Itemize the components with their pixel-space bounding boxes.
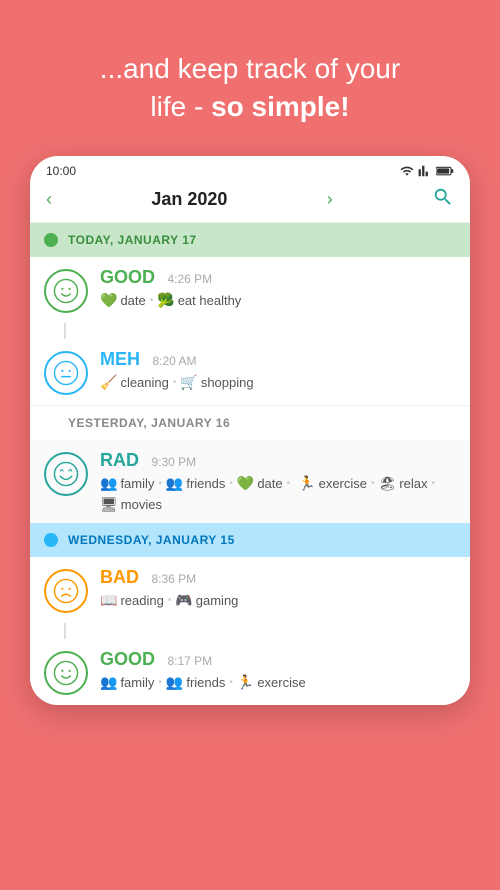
tag-eat-healthy: 🥦 eat healthy — [157, 292, 241, 309]
entry-tags-bad: 📖 reading • 🎮 gaming — [100, 592, 456, 609]
tag-family: 👥 family — [100, 475, 154, 492]
entry-tags-meh: 🧹 cleaning • 🛒 shopping — [100, 374, 456, 391]
face-rad — [53, 461, 79, 487]
tag-friends: 👥 friends — [166, 475, 225, 492]
battery-icon — [436, 165, 454, 177]
entry-good-wednesday: GOOD 8:17 PM 👥 family • 👥 friends • 🏃 — [30, 639, 470, 705]
entry-meh-today: MEH 8:20 AM 🧹 cleaning • 🛒 shopping — [30, 339, 470, 405]
wifi-icon — [400, 164, 414, 178]
tag-date-rad: 💚 date — [237, 475, 283, 492]
entry-time-good-wed: 8:17 PM — [167, 654, 212, 668]
tag-movies: 🖥 movies — [100, 496, 162, 513]
entry-bad-wednesday: BAD 8:36 PM 📖 reading • 🎮 gaming — [30, 557, 470, 623]
hero-bold: so simple! — [211, 91, 349, 122]
entry-tags-good: 💚 date • 🥦 eat healthy — [100, 292, 456, 309]
nav-month-title: Jan 2020 — [151, 189, 227, 210]
day-header-wednesday: WEDNESDAY, JANUARY 15 — [30, 523, 470, 557]
hero-line2: life - — [150, 91, 211, 122]
entry-time-good: 4:26 PM — [167, 272, 212, 286]
entry-time-bad: 8:36 PM — [151, 572, 196, 586]
entry-mood-good: GOOD — [100, 267, 155, 287]
tag-friends-wed: 👥 friends — [166, 674, 225, 691]
search-icon — [432, 186, 454, 208]
face-bad — [53, 578, 79, 604]
mood-icon-meh — [44, 351, 88, 395]
mood-icon-good — [44, 269, 88, 313]
mood-icon-bad — [44, 569, 88, 613]
entry-time-meh: 8:20 AM — [152, 354, 196, 368]
phone-mockup: 10:00 ‹ Jan 2020 › — [30, 156, 470, 705]
entry-body-good-today: GOOD 4:26 PM 💚 date • 🥦 eat healthy — [100, 267, 456, 309]
day-label-yesterday: YESTERDAY, JANUARY 16 — [68, 416, 230, 430]
tag-exercise: 🏃 exercise — [298, 475, 367, 492]
mood-icon-rad — [44, 452, 88, 496]
tag-exercise-wed: 🏃 exercise — [237, 674, 306, 691]
tag-gaming: 🎮 gaming — [175, 592, 238, 609]
connector-2 — [64, 623, 66, 639]
entry-mood-rad: RAD — [100, 450, 139, 470]
face-happy-wed — [53, 660, 79, 686]
tag-relax: 🏖 relax — [379, 475, 428, 492]
day-label-wednesday: WEDNESDAY, JANUARY 15 — [68, 533, 235, 547]
next-month-button[interactable]: › — [327, 189, 333, 210]
entry-good-today: GOOD 4:26 PM 💚 date • 🥦 eat healthy — [30, 257, 470, 323]
connector-1 — [64, 323, 66, 339]
entry-mood-good-wed: GOOD — [100, 649, 155, 669]
face-meh — [53, 360, 79, 386]
entry-body-rad: RAD 9:30 PM 👥 family • 👥 friends • 💚 — [100, 450, 456, 513]
status-bar: 10:00 — [30, 156, 470, 182]
entry-body-meh: MEH 8:20 AM 🧹 cleaning • 🛒 shopping — [100, 349, 456, 391]
hero-section: ...and keep track of your life - so simp… — [0, 0, 500, 156]
signal-icon — [418, 164, 432, 178]
hero-line1: ...and keep track of your — [100, 53, 400, 84]
entry-body-good-wed: GOOD 8:17 PM 👥 family • 👥 friends • 🏃 — [100, 649, 456, 691]
tag-cleaning: 🧹 cleaning — [100, 374, 169, 391]
entry-mood-bad: BAD — [100, 567, 139, 587]
diary-content: TODAY, JANUARY 17 GOOD 4:26 PM 💚 date — [30, 223, 470, 705]
entry-rad-yesterday: RAD 9:30 PM 👥 family • 👥 friends • 💚 — [30, 440, 470, 523]
tag-shopping: 🛒 shopping — [180, 374, 253, 391]
tag-date: 💚 date — [100, 292, 146, 309]
tag-family-wed: 👥 family — [100, 674, 154, 691]
entry-time-rad: 9:30 PM — [151, 455, 196, 469]
day-dot-wednesday — [44, 533, 58, 547]
entry-mood-meh: MEH — [100, 349, 140, 369]
day-label-today: TODAY, JANUARY 17 — [68, 233, 197, 247]
day-header-today: TODAY, JANUARY 17 — [30, 223, 470, 257]
entry-tags-good-wed: 👥 family • 👥 friends • 🏃 exercise — [100, 674, 456, 691]
day-header-yesterday: YESTERDAY, JANUARY 16 — [30, 405, 470, 440]
mood-icon-good-wed — [44, 651, 88, 695]
tag-reading: 📖 reading — [100, 592, 164, 609]
face-happy — [53, 278, 79, 304]
nav-bar: ‹ Jan 2020 › — [30, 182, 470, 223]
entry-body-bad: BAD 8:36 PM 📖 reading • 🎮 gaming — [100, 567, 456, 609]
entry-tags-rad: 👥 family • 👥 friends • 💚 date • — [100, 475, 456, 513]
search-button[interactable] — [432, 186, 454, 214]
day-dot-today — [44, 233, 58, 247]
status-time: 10:00 — [46, 164, 76, 178]
status-icons — [400, 164, 454, 178]
prev-month-button[interactable]: ‹ — [46, 189, 52, 210]
